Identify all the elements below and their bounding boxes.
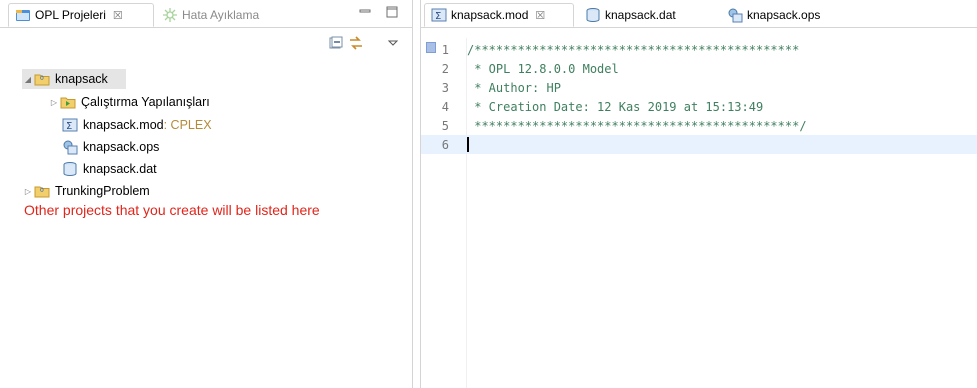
- code-editor[interactable]: 1 /*************************************…: [421, 38, 977, 388]
- tab-knapsack-mod[interactable]: Σ knapsack.mod ☒: [424, 3, 574, 27]
- tab-knapsack-ops[interactable]: knapsack.ops: [721, 3, 851, 27]
- tree-label: knapsack: [55, 72, 108, 86]
- code-text: * Author: HP: [467, 80, 561, 95]
- tree-run-configurations[interactable]: ▷ Çalıştırma Yapılanışları: [48, 92, 248, 112]
- tab-debug[interactable]: Hata Ayıklama: [156, 3, 286, 27]
- tab-label: knapsack.mod: [451, 8, 529, 22]
- tree-label: knapsack.ops: [83, 140, 160, 154]
- debug-icon: [162, 7, 178, 23]
- svg-text:Σ: Σ: [435, 11, 441, 22]
- annotation-text: Other projects that you create will be l…: [24, 202, 320, 218]
- settings-file-icon: [727, 7, 743, 23]
- code-line: 4 * Creation Date: 12 Kas 2019 at 15:13:…: [421, 97, 977, 116]
- chevron-right-icon[interactable]: ▷: [22, 187, 34, 196]
- collapse-all-icon[interactable]: [327, 34, 345, 52]
- close-icon[interactable]: ☒: [535, 9, 545, 22]
- editor-tab-bar: Σ knapsack.mod ☒ knapsack.dat knapsack.o…: [421, 0, 977, 28]
- code-line: 3 * Author: HP: [421, 78, 977, 97]
- tree-label: knapsack.mod: [83, 118, 164, 132]
- svg-text:0: 0: [40, 75, 44, 82]
- tab-opl-projects[interactable]: OPL Projeleri ☒: [8, 3, 154, 27]
- opl-projects-panel: OPL Projeleri ☒ Hata Ayıklama ◢ 0 knapsa…: [0, 0, 413, 388]
- svg-text:0: 0: [40, 187, 44, 194]
- code-line-current: 6: [421, 135, 977, 154]
- model-file-icon: Σ: [62, 117, 78, 133]
- tree-project-knapsack[interactable]: ◢ 0 knapsack: [22, 69, 126, 89]
- tab-label: knapsack.dat: [605, 8, 676, 22]
- svg-text:Σ: Σ: [66, 121, 72, 132]
- code-text: * OPL 12.8.0.0 Model: [467, 61, 619, 76]
- chevron-right-icon[interactable]: ▷: [48, 98, 60, 107]
- code-line: 1 /*************************************…: [421, 40, 977, 59]
- view-menu-icon[interactable]: [384, 34, 402, 52]
- line-number: 3: [441, 80, 449, 95]
- opl-projects-icon: [15, 7, 31, 23]
- minimize-icon[interactable]: [359, 6, 371, 21]
- tab-knapsack-dat[interactable]: knapsack.dat: [579, 3, 699, 27]
- chevron-down-icon[interactable]: ◢: [22, 75, 34, 84]
- maximize-icon[interactable]: [386, 6, 398, 21]
- code-line: 2 * OPL 12.8.0.0 Model: [421, 59, 977, 78]
- link-with-editor-icon[interactable]: [347, 34, 365, 52]
- project-folder-icon: 0: [34, 183, 50, 199]
- project-folder-icon: 0: [34, 71, 50, 87]
- tab-label: knapsack.ops: [747, 8, 821, 22]
- code-text: ****************************************…: [467, 118, 807, 133]
- settings-file-icon: [62, 139, 78, 155]
- data-file-icon: [62, 161, 78, 177]
- tree-label: knapsack.dat: [83, 162, 157, 176]
- tree-file-knapsack-mod[interactable]: Σ knapsack.mod : CPLEX: [62, 115, 262, 135]
- run-config-folder-icon: [60, 94, 76, 110]
- line-number: 1: [441, 42, 449, 57]
- code-line: 5 **************************************…: [421, 116, 977, 135]
- line-number: 2: [441, 61, 449, 76]
- text-caret: [467, 137, 469, 152]
- tree-label: TrunkingProblem: [55, 184, 150, 198]
- line-number: 4: [441, 99, 449, 114]
- tree-file-knapsack-dat[interactable]: knapsack.dat: [62, 159, 262, 179]
- code-text: * Creation Date: 12 Kas 2019 at 15:13:49: [467, 99, 764, 114]
- tab-debug-label: Hata Ayıklama: [182, 8, 260, 22]
- data-file-icon: [585, 7, 601, 23]
- tree-project-trunkingproblem[interactable]: ▷ 0 TrunkingProblem: [22, 181, 222, 201]
- solver-suffix: : CPLEX: [163, 118, 212, 132]
- line-number: 5: [441, 118, 449, 133]
- close-icon[interactable]: ☒: [113, 9, 123, 22]
- code-text: /***************************************…: [467, 42, 800, 57]
- left-tab-bar: OPL Projeleri ☒ Hata Ayıklama: [0, 0, 412, 28]
- tree-label: Çalıştırma Yapılanışları: [81, 95, 210, 109]
- tab-opl-projects-label: OPL Projeleri: [35, 8, 106, 22]
- model-file-icon: Σ: [431, 7, 447, 23]
- editor-panel: Σ knapsack.mod ☒ knapsack.dat knapsack.o…: [420, 0, 977, 388]
- tree-file-knapsack-ops[interactable]: knapsack.ops: [62, 137, 262, 157]
- line-number: 6: [441, 137, 449, 152]
